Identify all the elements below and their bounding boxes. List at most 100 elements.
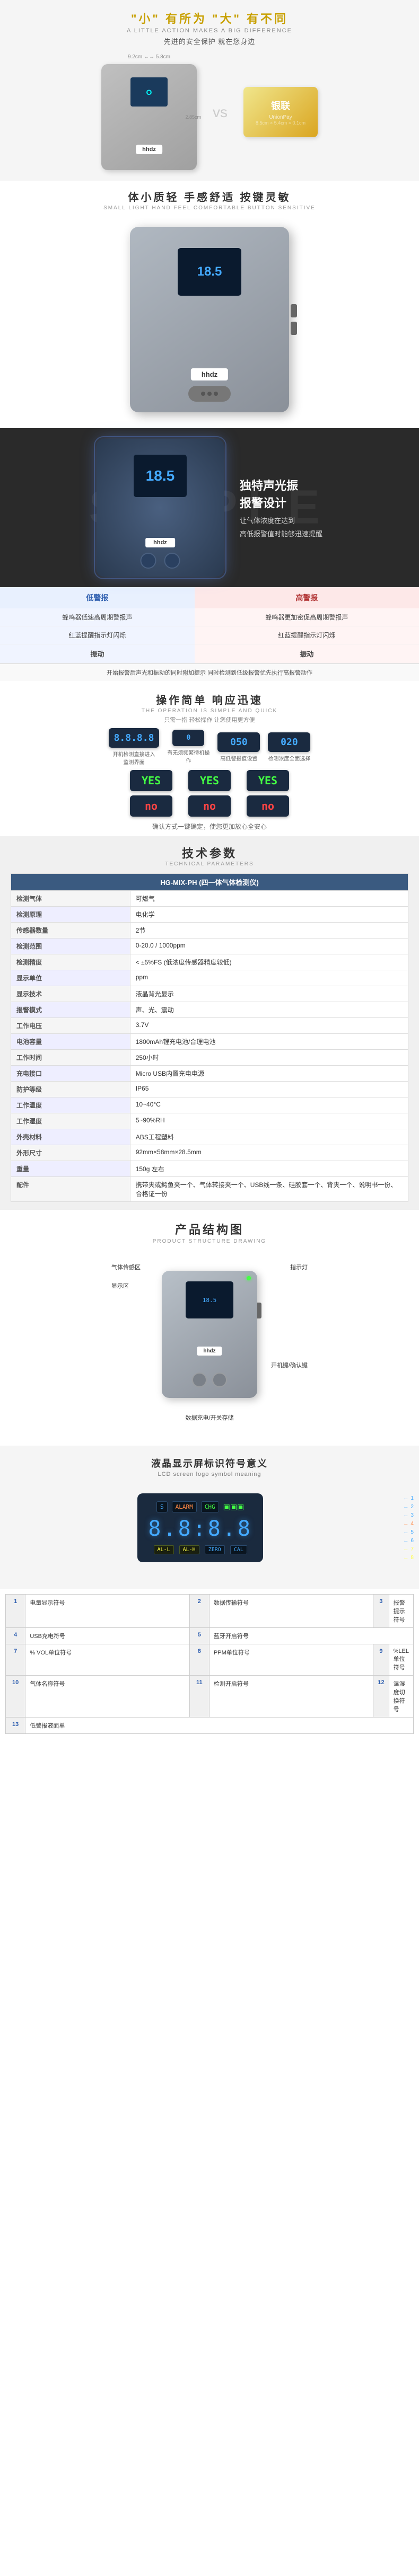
symbol-row-1: 1 电量显示符号 2 数据传输符号 3 报警提示符号 xyxy=(6,1595,414,1628)
tech-label-13: 工作温度 xyxy=(11,1097,130,1113)
symbol-num-3-2: 8 xyxy=(189,1644,209,1676)
structure-device-container: 18.5 hhdz 气体传感区 显示区 开机键/确认键 xyxy=(109,1255,310,1424)
tech-section: 技术参数 TECHNICAL PARAMETERS HG-MIX-PH (四一体… xyxy=(0,836,419,1210)
alarm-screen: 18.5 xyxy=(134,455,187,497)
tech-row-13: 工作温度 10~40°C xyxy=(11,1097,408,1113)
lcd-badge-chg: CHG xyxy=(201,1501,219,1512)
hero-tagline-sub2: 先进的安全保护 就在您身边 xyxy=(11,36,408,46)
op-yes-row: YES YES YES xyxy=(5,770,414,791)
symbol-row-4: 10 气体名称符号 11 检测开启符号 12 温湿度切换符号 xyxy=(6,1676,414,1718)
hero-section: "小" 有所为 "大" 有不同 A LITTLE ACTION MAKES A … xyxy=(0,0,419,181)
tech-row-7: 报警模式 声、光、震动 xyxy=(11,1002,408,1018)
device-large-image: 18.5 hhdz xyxy=(130,227,289,412)
hero-tagline-main: "小" 有所为 "大" 有不同 xyxy=(11,10,408,26)
alarm-row-1-low: 蜂鸣器低速高周期警报声 xyxy=(0,608,195,626)
tech-row-15: 外壳材料 ABS工程塑料 xyxy=(11,1129,408,1145)
tech-label-11: 充电接口 xyxy=(11,1066,130,1082)
symbol-table-section: 1 电量显示符号 2 数据传输符号 3 报警提示符号 4 USB充电符号 5 蓝… xyxy=(0,1589,419,1739)
alarm-title-line1: 独特声光振 xyxy=(240,477,322,494)
label-display: 显示区 xyxy=(111,1281,129,1290)
tech-label-4: 检测精度 xyxy=(11,954,130,970)
lcd-section: 液晶显示屏标识符号意义 LCD screen logo symbol meani… xyxy=(0,1446,419,1589)
symbol-row-2: 4 USB充电符号 5 蓝牙开启符号 xyxy=(6,1628,414,1644)
sensors-bottom xyxy=(192,1373,227,1387)
lcd-badge-al-l: AL-L xyxy=(154,1545,174,1554)
tech-label-9: 电池容量 xyxy=(11,1034,130,1050)
alarm-header-high: 高警报 xyxy=(195,587,419,608)
alarm-text-block: 独特声光振 报警设计 让气体浓度在达到 高低报警值时能够迅速提醒 xyxy=(240,477,322,538)
tech-value-3: 0-20.0 / 1000ppm xyxy=(130,939,408,954)
tech-value-18: 携带夹或鳄鱼夹一个、气体转接夹一个、USB线一条、硅胶套一个、背夹一个、说明书一… xyxy=(130,1177,408,1202)
tech-row-11: 充电接口 Micro USB内置充电电源 xyxy=(11,1066,408,1082)
tech-header-row: HG-MIX-PH (四一体气体检测仪) xyxy=(11,874,408,891)
symbol-desc-4-3: 温湿度切换符号 xyxy=(389,1676,413,1718)
side-button xyxy=(257,1303,261,1318)
lcd-screen-no-3: no xyxy=(247,795,289,817)
tech-label-10: 工作时间 xyxy=(11,1050,130,1066)
lcd-badge-cal: CAL xyxy=(230,1545,247,1554)
tech-value-2: 2节 xyxy=(130,923,408,939)
tech-row-8: 工作电压 3.7V xyxy=(11,1018,408,1034)
tech-table: HG-MIX-PH (四一体气体检测仪) 检测气体 可燃气 检测原理 电化学 传… xyxy=(11,873,408,1202)
op-label-3: 高低警报值设置 xyxy=(220,754,257,762)
tech-value-16: 92mm×58mm×28.5mm xyxy=(130,1145,408,1161)
lcd-badge-alarm: ALARM xyxy=(172,1501,197,1512)
alarm-row-1: 蜂鸣器低速高周期警报声 蜂鸣器更加密促高周期警报声 xyxy=(0,608,419,626)
tech-label-18: 配件 xyxy=(11,1177,130,1202)
lcd-screen-3: 050 xyxy=(217,732,260,752)
compare-arrow: vs xyxy=(213,104,228,121)
page-wrapper: "小" 有所为 "大" 有不同 A LITTLE ACTION MAKES A … xyxy=(0,0,419,1739)
symbol-num-4-3: 12 xyxy=(373,1676,389,1718)
symbol-desc-4-1: 气体名称符号 xyxy=(25,1676,189,1718)
tech-row-0: 检测气体 可燃气 xyxy=(11,891,408,907)
lcd-screen-1: 8.8.8.8 xyxy=(109,728,160,748)
tech-row-3: 检测范围 0-20.0 / 1000ppm xyxy=(11,939,408,954)
tech-label-5: 显示单位 xyxy=(11,970,130,986)
lcd-meaning-title-cn: 液晶显示屏标识符号意义 xyxy=(5,1456,414,1470)
alarm-row-3: 振动 振动 xyxy=(0,644,419,663)
tech-label-12: 防护等级 xyxy=(11,1082,130,1097)
tech-row-9: 电池容量 1800mAh锂充电池/合理电池 xyxy=(11,1034,408,1050)
tech-value-4: < ±5%FS (低浓度传感器精度较低) xyxy=(130,954,408,970)
device-image-small: O hhdz 2.85cm xyxy=(101,64,197,170)
alarm-row-1-high: 蜂鸣器更加密促高周期警报声 xyxy=(195,608,419,626)
symbol-desc-1-2: 数据传输符号 xyxy=(209,1595,373,1628)
lcd-badge-s: S xyxy=(156,1501,168,1512)
tech-value-5: ppm xyxy=(130,970,408,986)
led-indicator xyxy=(247,1276,251,1280)
symbol-num-5-1: 13 xyxy=(6,1718,25,1734)
symbol-num-4-1: 10 xyxy=(6,1676,25,1718)
symbol-desc-3-2: PPM单位符号 xyxy=(209,1644,373,1676)
lcd-screen-yes-1: YES xyxy=(130,770,172,791)
num-label-3: ←3 xyxy=(403,1512,414,1518)
tech-value-17: 150g 左右 xyxy=(130,1161,408,1177)
symbol-num-3-3: 9 xyxy=(373,1644,389,1676)
alarm-row-3-high: 振动 xyxy=(195,644,419,663)
alarm-table-section: 低警报 高警报 蜂鸣器低速高周期警报声 蜂鸣器更加密促高周期警报声 红蓝提醒指示… xyxy=(0,587,419,681)
symbol-desc-1-1: 电量显示符号 xyxy=(25,1595,189,1628)
tech-value-11: Micro USB内置充电电源 xyxy=(130,1066,408,1082)
tech-value-14: 5~90%RH xyxy=(130,1113,408,1129)
label-power: 开机键/确认键 xyxy=(271,1361,308,1369)
device-large-brand: hhdz xyxy=(191,368,228,380)
alarm-table: 低警报 高警报 蜂鸣器低速高周期警报声 蜂鸣器更加密促高周期警报声 红蓝提醒指示… xyxy=(0,587,419,663)
device-alarm-image: 18.5 hhdz xyxy=(97,439,224,577)
alarm-footer: 开始报警后声光和振动的同时附加提示 同时检测到低级报警优先执行高报警动作 xyxy=(0,663,419,681)
alarm-title-line2: 报警设计 xyxy=(240,494,322,512)
tech-title-cn: 技术参数 xyxy=(11,844,408,861)
tech-label-2: 传感器数量 xyxy=(11,923,130,939)
tech-value-6: 液晶背光显示 xyxy=(130,986,408,1002)
alarm-feature: 18.5 hhdz 独特声光振 报警设计 让气体浓度在达到 高低报警值时能够迅速… xyxy=(11,439,408,577)
symbol-row-3: 7 % VOL单位符号 8 PPM单位符号 9 %LEL单位符号 xyxy=(6,1644,414,1676)
hero-images: 9.2cm ←→ 5.8cm O hhdz 2.85cm vs 银联 Union… xyxy=(11,54,408,170)
tech-value-8: 3.7V xyxy=(130,1018,408,1034)
tech-row-17: 重量 150g 左右 xyxy=(11,1161,408,1177)
structure-title-en: PRODUCT STRUCTURE DRAWING xyxy=(5,1238,414,1244)
tech-label-15: 外壳材料 xyxy=(11,1129,130,1145)
tech-label-1: 检测原理 xyxy=(11,907,130,923)
lcd-meaning-title-en: LCD screen logo symbol meaning xyxy=(5,1471,414,1477)
tech-value-1: 电化学 xyxy=(130,907,408,923)
tech-row-16: 外形尺寸 92mm×58mm×28.5mm xyxy=(11,1145,408,1161)
hero-tagline-sub: A LITTLE ACTION MAKES A BIG DIFFERENCE xyxy=(11,28,408,34)
tech-row-6: 显示技术 液晶背光显示 xyxy=(11,986,408,1002)
